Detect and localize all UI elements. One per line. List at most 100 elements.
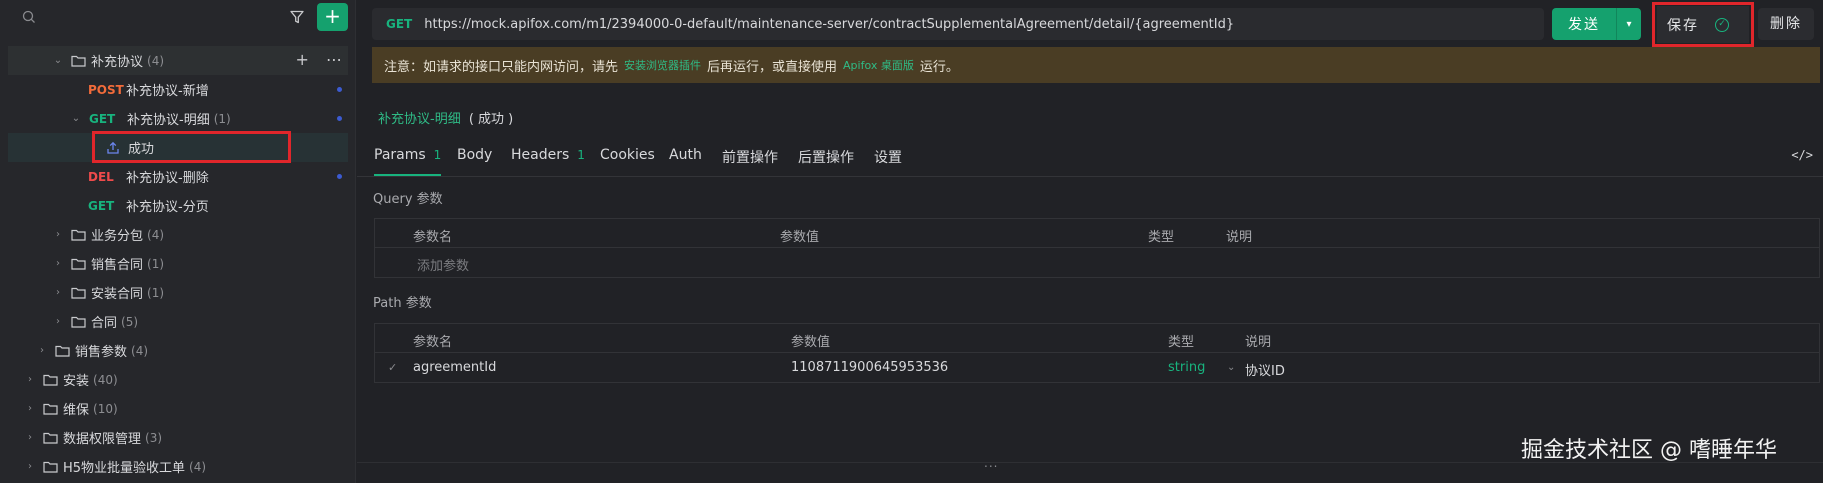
column-header: 参数名 <box>413 230 453 245</box>
send-button[interactable]: 发送 ▾ <box>1552 8 1641 40</box>
tree-label: 维保 <box>63 403 90 418</box>
install-extension-link[interactable]: 安装浏览器插件 <box>624 57 701 73</box>
column-header: 参数值 <box>791 335 831 350</box>
column-header: 参数名 <box>413 335 453 350</box>
chevron-right-icon[interactable]: › <box>25 374 35 385</box>
tree-api-delete[interactable]: DEL 补充协议-删除 <box>8 162 348 191</box>
param-desc[interactable]: 协议ID <box>1245 360 1285 379</box>
add-button[interactable]: + <box>317 3 348 31</box>
param-value[interactable]: 1108711900645953536 <box>791 360 948 375</box>
tree-api-page[interactable]: GET 补充协议-分页 <box>8 191 348 220</box>
tab-cookies[interactable]: Cookies <box>600 147 655 163</box>
tab-post-ops[interactable]: 后置操作 <box>798 147 854 167</box>
tree-count: (4) <box>131 343 149 358</box>
tab-auth[interactable]: Auth <box>669 147 702 163</box>
method-badge: GET <box>88 198 115 213</box>
tree-folder-data-permission[interactable]: › 数据权限管理 (3) <box>8 423 348 452</box>
chevron-down-icon[interactable]: ⌄ <box>53 55 63 66</box>
tree-folder-supplemental[interactable]: ⌄ 补充协议 (4) + ⋯ <box>8 46 348 75</box>
chevron-right-icon[interactable]: › <box>25 461 35 472</box>
add-param-input[interactable]: 添加参数 <box>417 255 469 274</box>
tree-folder-maintenance[interactable]: › 维保 (10) <box>8 394 348 423</box>
tree-folder-install-contract[interactable]: › 安装合同 (1) <box>8 278 348 307</box>
tree-folder-sales-params[interactable]: › 销售参数 (4) <box>8 336 348 365</box>
tree-folder-h5-acceptance[interactable]: › H5物业批量验收工单 (4) <box>8 452 348 481</box>
tree-folder-subcontract[interactable]: › 业务分包 (4) <box>8 220 348 249</box>
chevron-down-icon[interactable]: ▾ <box>1617 19 1641 30</box>
column-header: 类型 <box>1168 335 1195 350</box>
folder-icon <box>71 258 86 270</box>
param-name[interactable]: agreementId <box>413 360 496 375</box>
method-badge: GET <box>89 111 116 126</box>
tab-body[interactable]: Body <box>457 147 492 163</box>
tree-folder-contract[interactable]: › 合同 (5) <box>8 307 348 336</box>
chevron-right-icon[interactable]: › <box>53 229 63 240</box>
tree-count: (1) <box>147 256 165 271</box>
code-icon[interactable]: </> <box>1791 148 1813 162</box>
chevron-right-icon[interactable]: › <box>25 432 35 443</box>
column-header: 说明 <box>1226 230 1253 245</box>
unsaved-dot <box>337 116 342 121</box>
sidebar-toolbar: + <box>0 0 356 34</box>
tree-folder-install[interactable]: › 安装 (40) <box>8 365 348 394</box>
table-row[interactable]: ✓ agreementId 1108711900645953536 string… <box>375 353 1819 382</box>
search-icon[interactable] <box>22 10 36 24</box>
tree-label: 安装 <box>63 374 90 389</box>
folder-icon <box>71 316 86 328</box>
notice-text: 后再运行，或直接使用 <box>707 59 838 75</box>
tree-label: 补充协议-新增 <box>126 84 209 99</box>
tree-label: 补充协议-明细 <box>127 113 210 128</box>
tab-label: Headers <box>511 147 570 163</box>
chevron-right-icon[interactable]: › <box>53 316 63 327</box>
path-params-table: 参数名 参数值 类型 说明 ✓ agreementId 110871190064… <box>374 323 1820 383</box>
tab-label: 设置 <box>874 150 902 166</box>
tab-label: Cookies <box>600 147 655 163</box>
filter-icon[interactable] <box>287 8 307 26</box>
tree-folder-sales-contract[interactable]: › 销售合同 (1) <box>8 249 348 278</box>
tree-api-detail[interactable]: ⌄ GET 补充协议-明细 (1) <box>8 104 348 133</box>
column-header: 说明 <box>1245 335 1272 350</box>
tree-count: (1) <box>147 285 165 300</box>
url-bar[interactable]: GET https://mock.apifox.com/m1/2394000-0… <box>372 8 1544 40</box>
row-actions: + ⋯ <box>296 50 343 69</box>
delete-button[interactable]: 删除 <box>1758 8 1814 40</box>
param-type[interactable]: string <box>1168 360 1205 375</box>
breadcrumb-api-link[interactable]: 补充协议-明细 <box>378 112 461 127</box>
highlight-box <box>92 131 291 163</box>
chevron-right-icon[interactable]: › <box>53 258 63 269</box>
chevron-right-icon[interactable]: › <box>25 403 35 414</box>
tab-badge: 1 <box>577 148 585 162</box>
column-header: 参数值 <box>780 230 820 245</box>
tab-settings[interactable]: 设置 <box>874 147 902 167</box>
plus-icon[interactable]: + <box>296 50 309 69</box>
folder-icon <box>71 55 86 67</box>
highlight-box <box>1652 2 1754 47</box>
tree-label: 合同 <box>91 316 118 331</box>
chevron-down-icon[interactable]: ⌄ <box>1227 362 1235 373</box>
desktop-app-link[interactable]: Apifox 桌面版 <box>843 57 914 73</box>
more-icon[interactable]: ⋯ <box>326 50 342 69</box>
url-input[interactable]: https://mock.apifox.com/m1/2394000-0-def… <box>424 17 1234 32</box>
request-tabs: Params 1 Body Headers 1 Cookies Auth 前置操作 … <box>357 133 1823 177</box>
tab-params[interactable]: Params 1 <box>374 147 441 163</box>
tab-label: Body <box>457 147 493 163</box>
tree-count: (1) <box>213 111 231 126</box>
resize-handle[interactable]: ... <box>984 456 998 470</box>
tab-pre-ops[interactable]: 前置操作 <box>722 147 778 167</box>
chevron-down-icon[interactable]: ⌄ <box>71 113 81 124</box>
url-method[interactable]: GET <box>386 17 412 31</box>
tab-headers[interactable]: Headers 1 <box>511 147 585 163</box>
main-panel: GET https://mock.apifox.com/m1/2394000-0… <box>357 0 1823 483</box>
folder-icon <box>43 432 58 444</box>
tree-count: (40) <box>93 372 118 387</box>
chevron-right-icon[interactable]: › <box>37 345 47 356</box>
tree-label: 数据权限管理 <box>63 432 142 447</box>
tree-label: 安装合同 <box>91 287 144 302</box>
tree-count: (5) <box>121 314 139 329</box>
check-icon[interactable]: ✓ <box>388 361 397 374</box>
tree-api-add[interactable]: POST 补充协议-新增 <box>8 75 348 104</box>
chevron-right-icon[interactable]: › <box>53 287 63 298</box>
folder-icon <box>55 345 70 357</box>
add-param-row[interactable]: 添加参数 <box>375 248 1819 277</box>
column-header: 类型 <box>1148 230 1175 245</box>
